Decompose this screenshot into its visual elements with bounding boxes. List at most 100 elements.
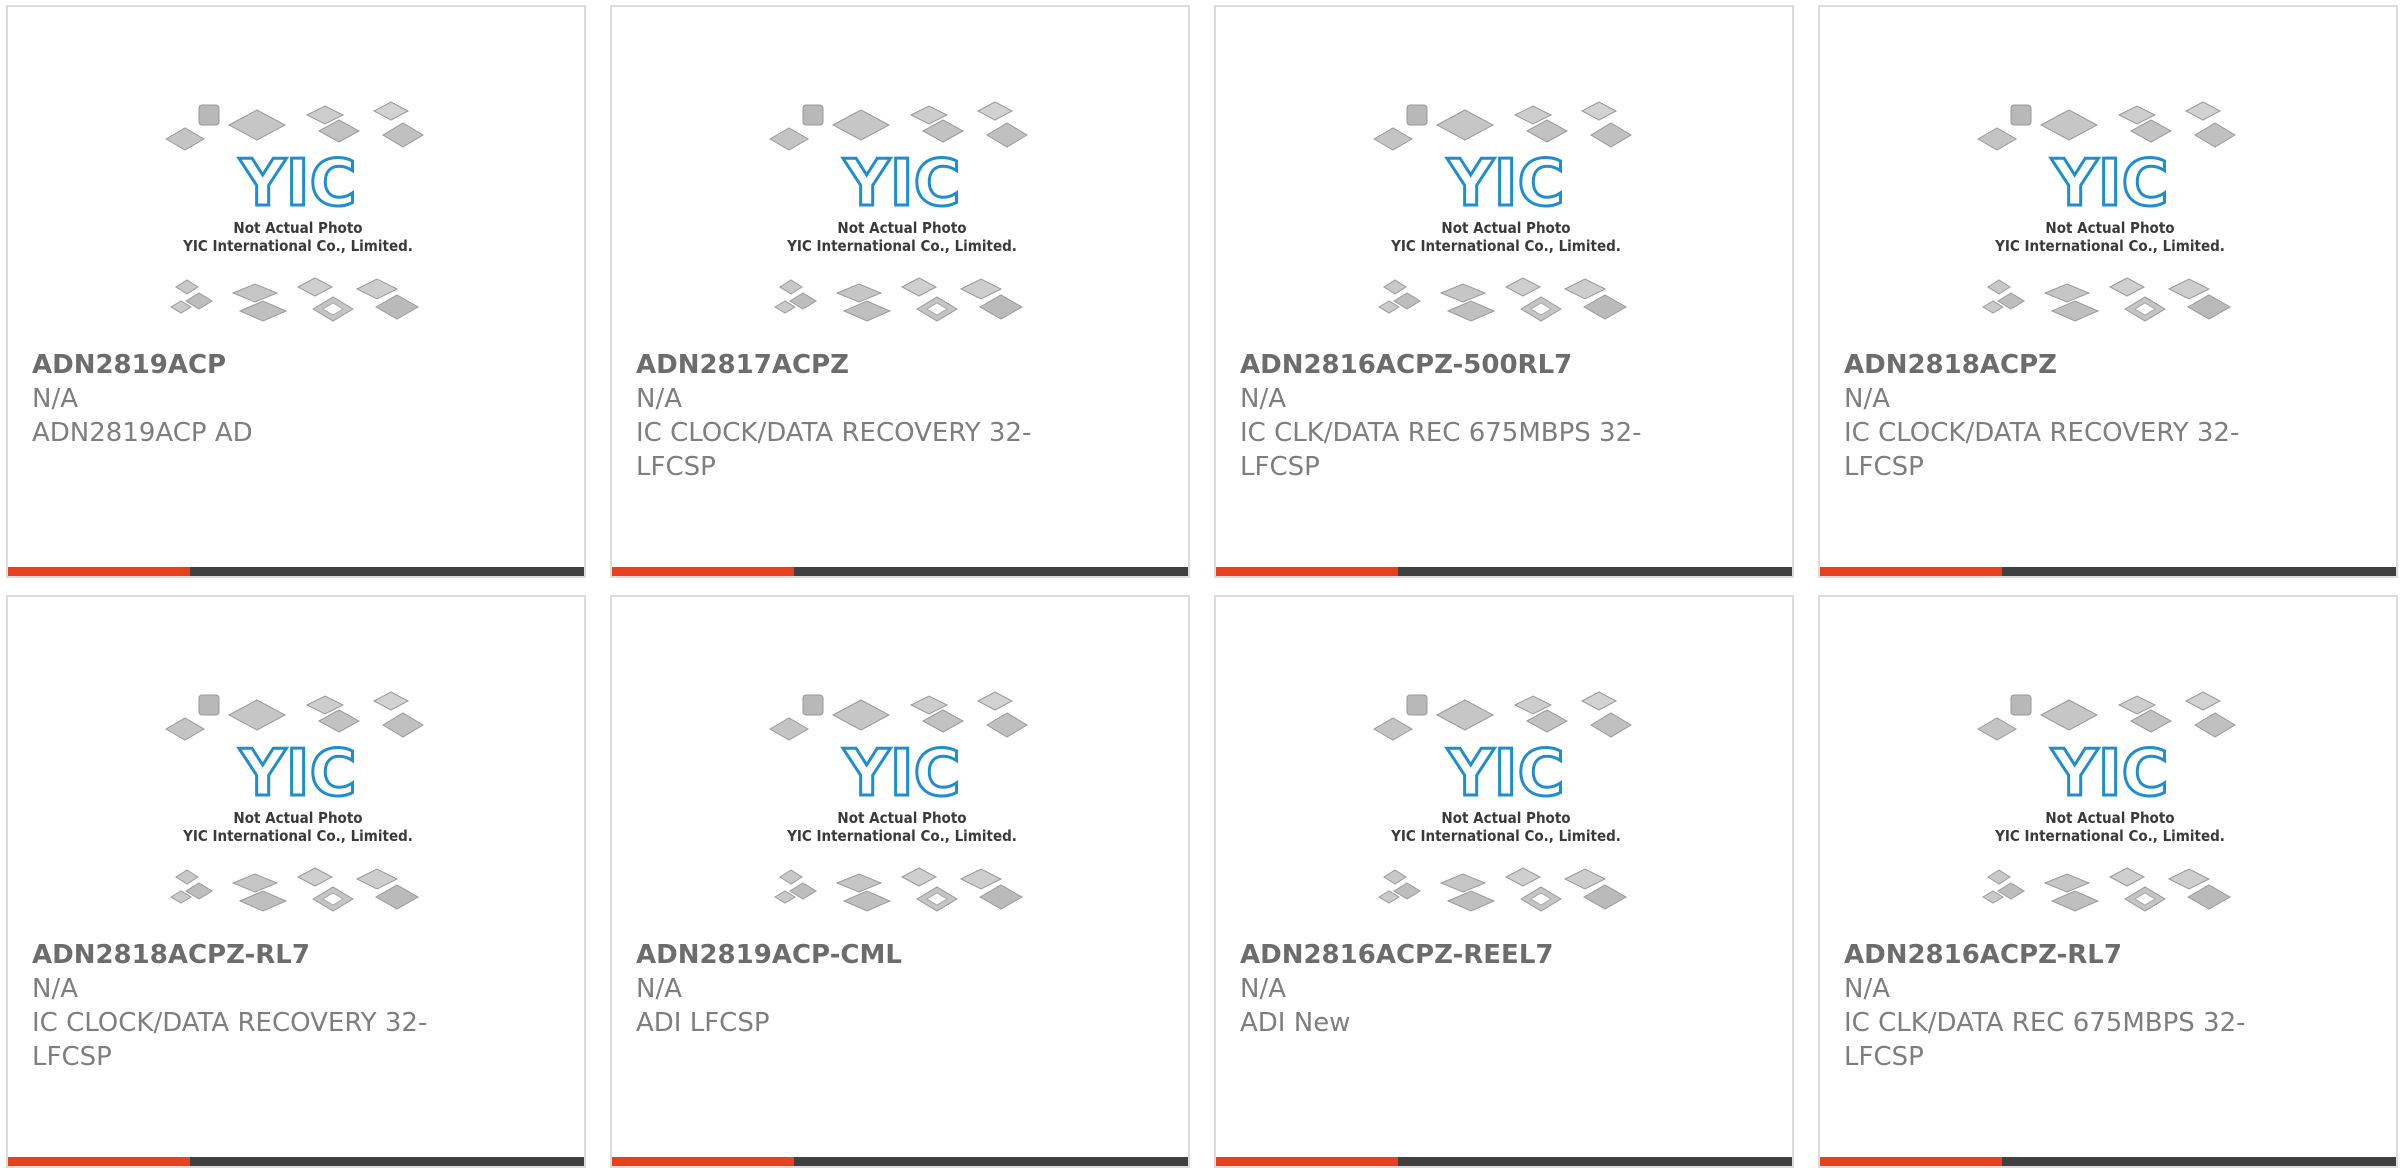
product-card[interactable]: YIC Not Actual Photo YIC International Co.… <box>610 595 1190 1168</box>
card-bar-accent <box>1216 567 1398 576</box>
product-part-number[interactable]: ADN2819ACP <box>32 348 452 382</box>
chip-shape <box>802 694 824 716</box>
product-part-number[interactable]: ADN2819ACP-CML <box>636 938 1056 972</box>
product-image-placeholder[interactable]: YIC Not Actual Photo YIC International Co.… <box>1371 97 1641 337</box>
chip-shape <box>1580 101 1618 121</box>
product-part-number[interactable]: ADN2816ACPZ-500RL7 <box>1240 348 1660 382</box>
chip-shape <box>1446 300 1496 322</box>
card-bar-accent <box>612 567 794 576</box>
product-card[interactable]: YIC Not Actual Photo YIC International Co.… <box>6 5 586 578</box>
card-bottom-bar <box>8 1157 584 1166</box>
product-image-placeholder[interactable]: YIC Not Actual Photo YIC International Co.… <box>767 687 1037 927</box>
card-bar-dark <box>2002 567 2396 576</box>
chip-shape <box>959 278 1003 300</box>
chip-shape <box>1504 277 1542 297</box>
chip-shape <box>238 890 288 912</box>
product-part-number[interactable]: ADN2817ACPZ <box>636 348 1056 382</box>
product-manufacturer: N/A <box>1844 384 1890 414</box>
chip-shape <box>165 717 205 741</box>
chip-shape <box>959 868 1003 890</box>
photo-caption-line2: YIC International Co., Limited. <box>182 237 413 255</box>
product-info: ADN2819ACP N/A ADN2819ACP AD <box>32 348 452 450</box>
product-image-placeholder[interactable]: YIC Not Actual Photo YIC International Co.… <box>1371 687 1641 927</box>
chip-shape <box>1406 104 1428 126</box>
card-bottom-bar <box>612 1157 1188 1166</box>
product-card[interactable]: YIC Not Actual Photo YIC International Co.… <box>1818 595 2398 1168</box>
product-card[interactable]: YIC Not Actual Photo YIC International Co.… <box>1818 5 2398 578</box>
chip-shape <box>1987 869 2011 885</box>
product-description: IC CLOCK/DATA RECOVERY 32-LFCSP <box>32 1008 428 1072</box>
chip-cluster-bottom <box>774 277 1024 322</box>
product-card[interactable]: YIC Not Actual Photo YIC International Co.… <box>1214 595 1794 1168</box>
photo-caption-line2: YIC International Co., Limited. <box>182 827 413 845</box>
not-actual-photo-graphic: YICNot Actual PhotoYIC International Co.… <box>165 101 424 322</box>
yic-logo: YIC <box>1446 737 1564 811</box>
product-card[interactable]: YIC Not Actual Photo YIC International Co.… <box>6 595 586 1168</box>
chip-shape <box>2186 294 2232 320</box>
chip-shape <box>238 300 288 322</box>
chip-shape <box>372 691 410 711</box>
card-bottom-bar <box>1820 1157 2396 1166</box>
product-part-number[interactable]: ADN2818ACPZ-RL7 <box>32 938 452 972</box>
chip-shape <box>2186 884 2232 910</box>
product-info: ADN2818ACPZ N/A IC CLOCK/DATA RECOVERY 3… <box>1844 348 2264 484</box>
product-description: IC CLK/DATA REC 675MBPS 32-LFCSP <box>1844 1008 2246 1072</box>
chip-shape <box>2108 277 2146 297</box>
chip-cluster-bottom <box>1982 867 2232 912</box>
product-part-number[interactable]: ADN2818ACPZ <box>1844 348 2264 382</box>
chip-shape <box>227 109 287 141</box>
product-part-number[interactable]: ADN2816ACPZ-REEL7 <box>1240 938 1660 972</box>
chip-shape <box>296 867 334 887</box>
product-info: ADN2818ACPZ-RL7 N/A IC CLOCK/DATA RECOVE… <box>32 938 452 1074</box>
chip-shape <box>976 691 1014 711</box>
chip-shape <box>1563 278 1607 300</box>
chip-shape <box>374 294 420 320</box>
yic-logo: YIC <box>1446 147 1564 221</box>
product-manufacturer: N/A <box>1844 974 1890 1004</box>
card-bar-dark <box>190 567 584 576</box>
product-image-placeholder[interactable]: YIC Not Actual Photo YIC International Co.… <box>163 97 433 337</box>
product-image-placeholder[interactable]: YIC Not Actual Photo YIC International Co.… <box>1975 97 2245 337</box>
photo-caption-line2: YIC International Co., Limited. <box>1994 827 2225 845</box>
chip-cluster-top <box>769 691 1028 741</box>
card-bar-accent <box>1820 1157 2002 1166</box>
product-image-placeholder[interactable]: YIC Not Actual Photo YIC International Co.… <box>163 687 433 927</box>
card-bottom-bar <box>1216 567 1792 576</box>
chip-shape <box>986 712 1028 738</box>
chip-shape <box>842 300 892 322</box>
chip-cluster-bottom <box>1378 277 1628 322</box>
product-image-placeholder[interactable]: YIC Not Actual Photo YIC International Co.… <box>767 97 1037 337</box>
card-bar-dark <box>190 1157 584 1166</box>
yic-logo: YIC <box>842 147 960 221</box>
chip-shape <box>2043 873 2091 893</box>
chip-shape <box>1439 873 1487 893</box>
chip-cluster-top <box>1373 691 1632 741</box>
product-part-number[interactable]: ADN2816ACPZ-RL7 <box>1844 938 2264 972</box>
product-card[interactable]: YIC Not Actual Photo YIC International Co.… <box>610 5 1190 578</box>
product-info: ADN2816ACPZ-500RL7 N/A IC CLK/DATA REC 6… <box>1240 348 1660 484</box>
card-bottom-bar <box>8 567 584 576</box>
chip-shape <box>779 279 803 295</box>
photo-caption-line1: Not Actual Photo <box>837 809 966 827</box>
photo-caption-line2: YIC International Co., Limited. <box>786 827 1017 845</box>
yic-logo: YIC <box>2050 147 2168 221</box>
photo-caption-line1: Not Actual Photo <box>1441 809 1570 827</box>
photo-caption-line2: YIC International Co., Limited. <box>786 237 1017 255</box>
chip-shape <box>1987 279 2011 295</box>
chip-shape <box>1439 283 1487 303</box>
chip-shape <box>2010 694 2032 716</box>
product-info: ADN2817ACPZ N/A IC CLOCK/DATA RECOVERY 3… <box>636 348 1056 484</box>
chip-shape <box>2039 109 2099 141</box>
card-bar-dark <box>794 1157 1188 1166</box>
chip-shape <box>802 104 824 126</box>
chip-shape <box>2108 867 2146 887</box>
product-image-placeholder[interactable]: YIC Not Actual Photo YIC International Co.… <box>1975 687 2245 927</box>
product-info: ADN2819ACP-CML N/A ADI LFCSP <box>636 938 1056 1040</box>
chip-shape <box>1582 294 1628 320</box>
yic-logo: YIC <box>2050 737 2168 811</box>
chip-shape <box>175 279 199 295</box>
card-bar-accent <box>8 567 190 576</box>
chip-cluster-top <box>165 101 424 151</box>
product-card[interactable]: YIC Not Actual Photo YIC International Co.… <box>1214 5 1794 578</box>
chip-shape <box>165 127 205 151</box>
